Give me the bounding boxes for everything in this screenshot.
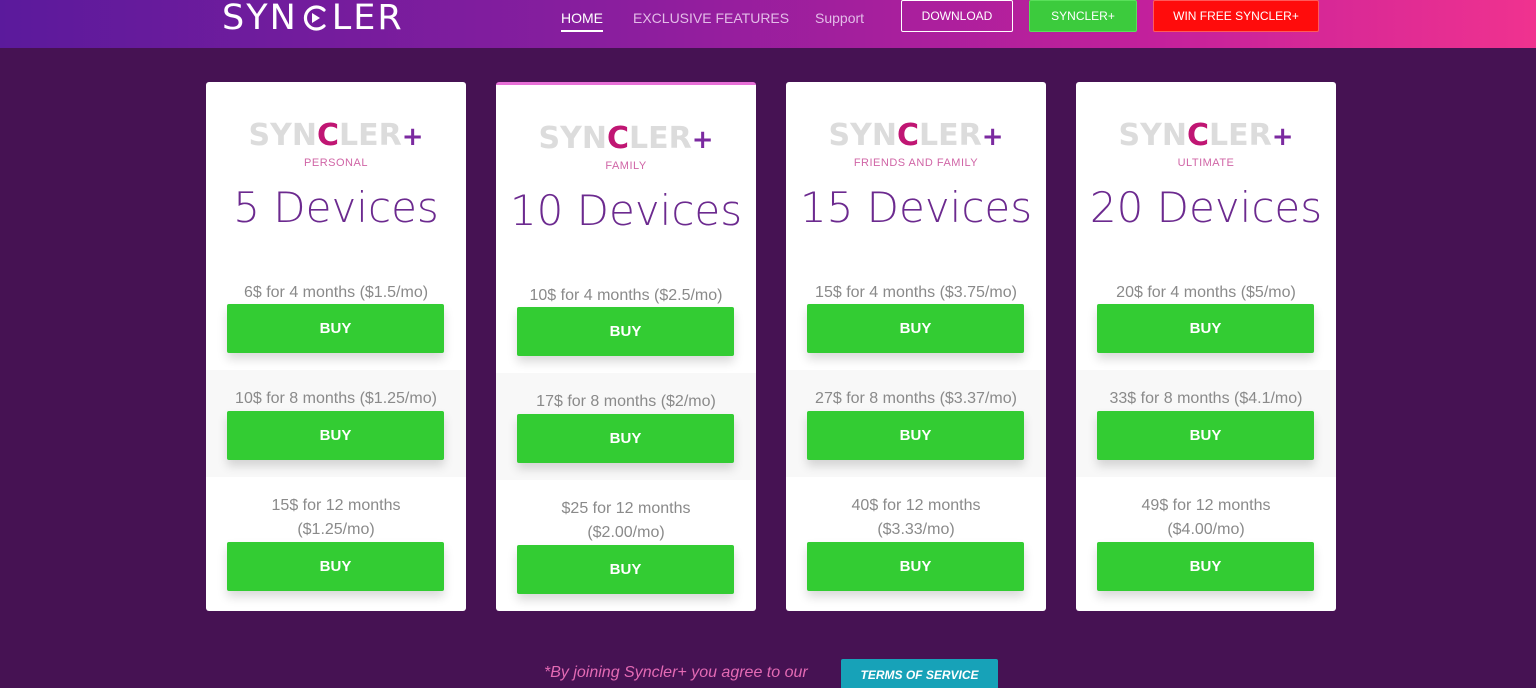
syncler-plus-button[interactable]: SYNCLER+ [1029, 0, 1137, 32]
price-12-months-monthly: ($1.25/mo) [297, 521, 375, 538]
brand-text-syn: SYN [248, 118, 317, 153]
brand-text-c: C [606, 121, 629, 156]
syncler-plus-brand: SYNCLER+ [786, 118, 1046, 153]
plan-card-personal: SYNCLER+ PERSONAL 5 Devices 6$ for 4 mon… [206, 82, 466, 611]
buy-button-12-months[interactable]: BUY [227, 542, 444, 591]
price-4-months: 15$ for 4 months ($3.75/mo) [815, 284, 1017, 301]
logo-text-left: SYN [222, 0, 298, 38]
plan-card-ultimate: SYNCLER+ ULTIMATE 20 Devices 20$ for 4 m… [1076, 82, 1336, 611]
price-4-months: 20$ for 4 months ($5/mo) [1116, 284, 1296, 301]
play-c-logo-icon [300, 3, 330, 33]
price-8-months: 33$ for 8 months ($4.1/mo) [1109, 390, 1303, 407]
top-navigation-bar: SYN LER HOME EXCLUSIVE FEATURES Support … [0, 0, 1536, 48]
syncler-plus-brand: SYNCLER+ [1076, 118, 1336, 153]
win-free-syncler-button[interactable]: WIN FREE SYNCLER+ [1153, 0, 1319, 32]
buy-button-12-months[interactable]: BUY [517, 545, 734, 594]
price-12-months: 49$ for 12 months [1141, 497, 1271, 514]
plan-tier-label: PERSONAL [304, 157, 368, 169]
nav-support[interactable]: Support [815, 10, 864, 26]
plan-tier-label: FAMILY [605, 160, 647, 172]
syncler-plus-brand: SYNCLER+ [206, 118, 466, 153]
syncler-logo[interactable]: SYN LER [222, 0, 404, 40]
price-12-months: 15$ for 12 months [271, 497, 401, 514]
download-button[interactable]: DOWNLOAD [901, 0, 1013, 32]
plan-card-friends-and-family: SYNCLER+ FRIENDS AND FAMILY 15 Devices 1… [786, 82, 1046, 611]
brand-text-syn: SYN [538, 121, 607, 156]
buy-button-8-months[interactable]: BUY [227, 411, 444, 460]
brand-text-c: C [896, 118, 919, 153]
plan-tier-label: FRIENDS AND FAMILY [853, 157, 979, 169]
plan-device-count: 5 Devices [233, 183, 439, 232]
price-12-months: $25 for 12 months [561, 500, 691, 517]
brand-text-c: C [1186, 118, 1209, 153]
brand-plus-sign: + [981, 122, 1004, 152]
buy-button-4-months[interactable]: BUY [807, 304, 1024, 353]
brand-text-ler: LER [628, 121, 692, 156]
buy-button-8-months[interactable]: BUY [517, 414, 734, 463]
terms-agreement-note: *By joining Syncler+ you agree to our [544, 664, 808, 681]
brand-text-ler: LER [918, 118, 982, 153]
price-12-months: 40$ for 12 months [851, 497, 981, 514]
buy-button-4-months[interactable]: BUY [1097, 304, 1314, 353]
buy-button-12-months[interactable]: BUY [807, 542, 1024, 591]
plan-device-count: 10 Devices [509, 186, 743, 235]
buy-button-8-months[interactable]: BUY [807, 411, 1024, 460]
brand-text-syn: SYN [828, 118, 897, 153]
terms-of-service-button[interactable]: TERMS OF SERVICE [841, 659, 998, 688]
plan-device-count: 15 Devices [799, 183, 1033, 232]
price-12-months-monthly: ($4.00/mo) [1167, 521, 1245, 538]
price-8-months: 17$ for 8 months ($2/mo) [536, 393, 716, 410]
plan-tier-label: ULTIMATE [1177, 157, 1235, 169]
buy-button-4-months[interactable]: BUY [517, 307, 734, 356]
price-4-months: 6$ for 4 months ($1.5/mo) [243, 284, 429, 301]
brand-plus-sign: + [1271, 122, 1294, 152]
price-4-months: 10$ for 4 months ($2.5/mo) [529, 287, 723, 304]
brand-text-syn: SYN [1118, 118, 1187, 153]
brand-text-ler: LER [1208, 118, 1272, 153]
brand-text-ler: LER [338, 118, 402, 153]
buy-button-4-months[interactable]: BUY [227, 304, 444, 353]
buy-button-12-months[interactable]: BUY [1097, 542, 1314, 591]
logo-text-right: LER [331, 0, 404, 38]
price-12-months-monthly: ($2.00/mo) [587, 524, 665, 541]
nav-exclusive-features[interactable]: EXCLUSIVE FEATURES [633, 10, 789, 26]
price-8-months: 27$ for 8 months ($3.37/mo) [815, 390, 1017, 407]
brand-text-c: C [316, 118, 339, 153]
nav-home[interactable]: HOME [561, 10, 603, 32]
buy-button-8-months[interactable]: BUY [1097, 411, 1314, 460]
plan-card-family: SYNCLER+ FAMILY 10 Devices 10$ for 4 mon… [496, 82, 756, 611]
brand-plus-sign: + [691, 125, 714, 155]
syncler-plus-brand: SYNCLER+ [496, 121, 756, 156]
price-8-months: 10$ for 8 months ($1.25/mo) [235, 390, 437, 407]
price-12-months-monthly: ($3.33/mo) [877, 521, 955, 538]
plan-device-count: 20 Devices [1089, 183, 1323, 232]
brand-plus-sign: + [401, 122, 424, 152]
